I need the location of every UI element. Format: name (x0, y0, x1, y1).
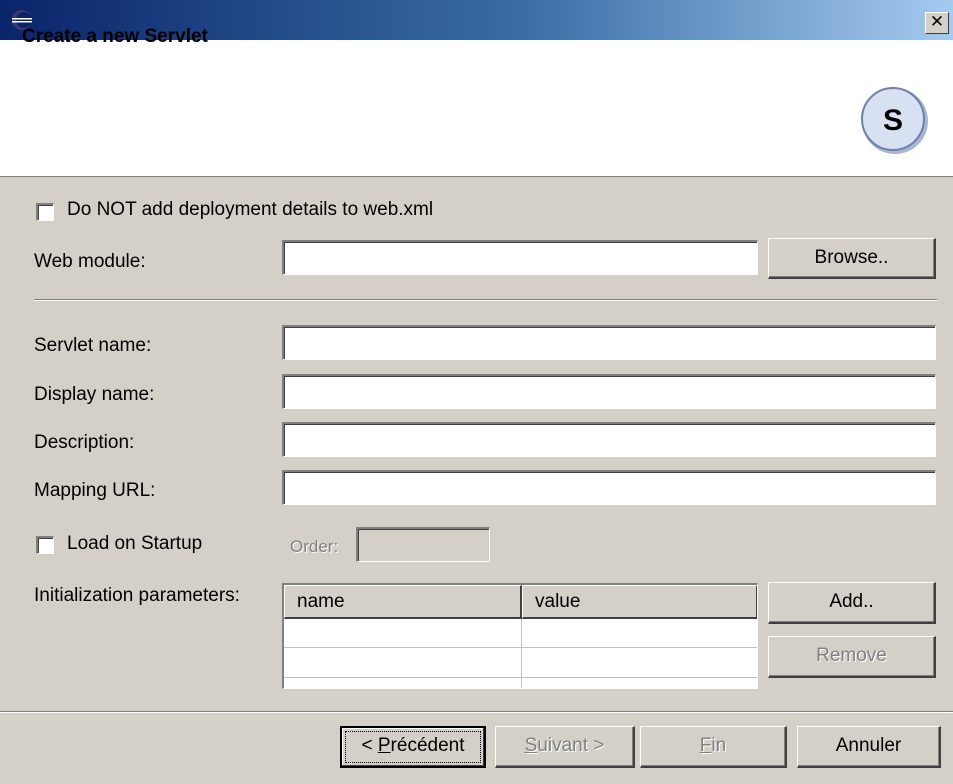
logo-letter: S (883, 104, 903, 137)
back-prefix: < (361, 735, 378, 756)
no-deploy-checkbox[interactable] (36, 203, 54, 221)
display-name-label: Display name: (34, 384, 155, 405)
add-button[interactable]: Add.. (768, 582, 936, 624)
footer-separator (0, 711, 953, 713)
web-module-input[interactable] (282, 240, 758, 275)
finish-mnemonic: F (699, 735, 712, 756)
init-params-table[interactable]: name value (282, 583, 758, 689)
column-header-value[interactable]: value (522, 585, 757, 619)
mapping-url-input[interactable] (282, 470, 936, 505)
init-params-label: Initialization parameters: (34, 585, 240, 606)
web-module-label: Web module: (34, 251, 146, 272)
order-label: Order: (290, 537, 339, 556)
mapping-url-label: Mapping URL: (34, 480, 156, 501)
finish-button[interactable]: Fin (640, 726, 787, 768)
finish-label: in (711, 735, 727, 756)
load-on-startup-label: Load on Startup (67, 533, 203, 554)
next-label: uivant > (537, 735, 605, 756)
servlet-name-input[interactable] (282, 325, 936, 360)
order-input[interactable] (356, 527, 490, 562)
back-label: récédent (390, 735, 465, 756)
close-icon: ✕ (929, 12, 945, 32)
description-input[interactable] (282, 422, 936, 457)
display-name-input[interactable] (282, 374, 936, 409)
cancel-button[interactable]: Annuler (797, 726, 941, 768)
close-button[interactable]: ✕ (925, 12, 949, 34)
description-label: Description: (34, 432, 135, 453)
column-header-name[interactable]: name (284, 585, 522, 619)
no-deploy-label: Do NOT add deployment details to web.xml (67, 199, 434, 220)
servlet-name-label: Servlet name: (34, 335, 152, 356)
back-mnemonic: P (377, 735, 391, 756)
remove-button[interactable]: Remove (768, 636, 936, 678)
page-title: Create a new Servlet (22, 26, 208, 47)
back-button[interactable]: < Précédent (340, 726, 486, 768)
browse-button[interactable]: Browse.. (768, 238, 936, 279)
next-mnemonic: S (524, 735, 538, 756)
servlet-logo-icon: S (861, 87, 928, 154)
next-button[interactable]: Suivant > (495, 726, 635, 768)
separator (34, 299, 937, 301)
load-on-startup-checkbox[interactable] (36, 536, 54, 554)
table-column-divider (521, 619, 522, 688)
header-banner (0, 40, 953, 177)
